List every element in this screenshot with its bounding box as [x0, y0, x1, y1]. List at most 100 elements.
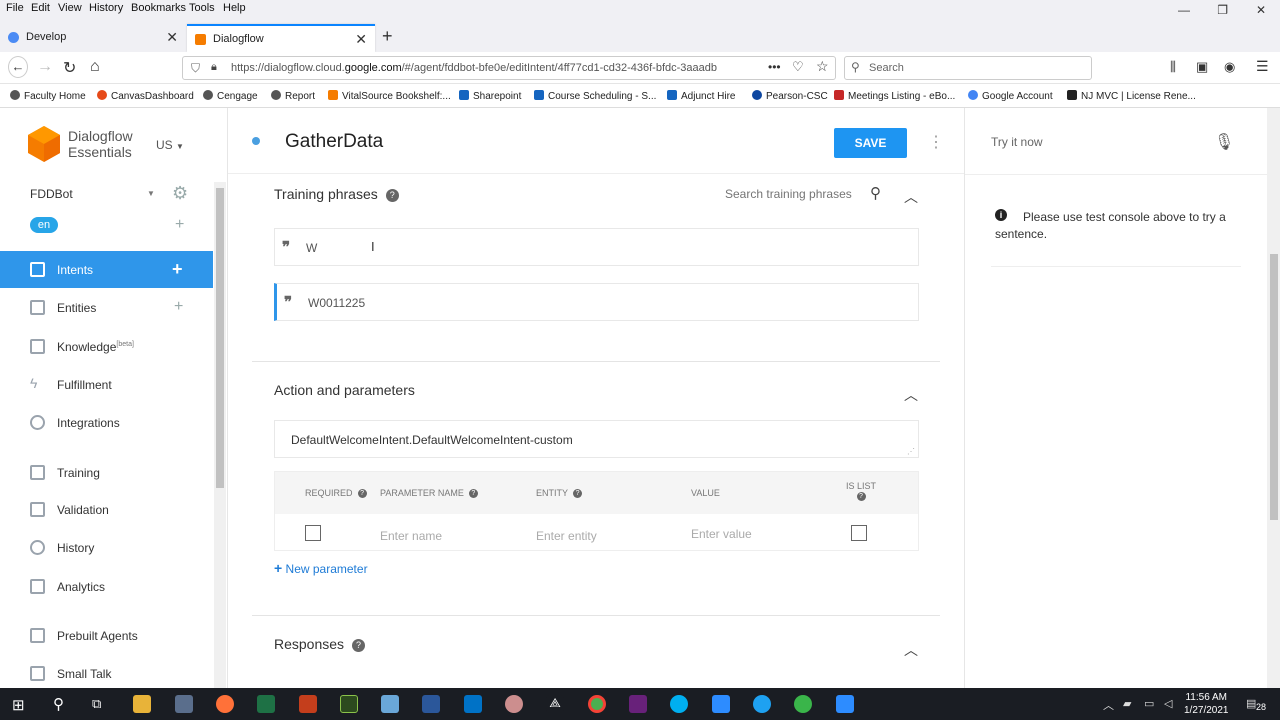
help-icon[interactable]: ? — [573, 489, 583, 498]
firefox-icon[interactable] — [216, 695, 234, 713]
bookmark-item[interactable]: Google Account — [968, 90, 1053, 102]
menu-bookmarks[interactable]: Bookmarks — [131, 2, 186, 14]
scrollbar-thumb[interactable] — [216, 188, 224, 488]
menu-history[interactable]: History — [89, 2, 123, 14]
training-phrase-input[interactable]: ❞ W I — [274, 228, 919, 266]
more-options-icon[interactable]: ⋮ — [928, 132, 944, 152]
hamburger-menu-icon[interactable]: ☰ — [1256, 58, 1269, 75]
collapse-chevron-icon[interactable]: ︿ — [904, 187, 918, 207]
menu-tools[interactable]: Tools — [189, 2, 215, 14]
bookmark-star-icon[interactable]: ☆ — [816, 58, 829, 75]
value-input[interactable]: Enter value — [691, 527, 752, 541]
new-tab-button[interactable]: + — [382, 26, 393, 47]
sidebar-item-history[interactable]: History — [0, 529, 213, 566]
help-icon[interactable]: ? — [352, 639, 366, 652]
sidebar-item-prebuilt-agents[interactable]: Prebuilt Agents — [0, 617, 213, 654]
sidebar-item-analytics[interactable]: Analytics — [0, 568, 213, 605]
excel-icon[interactable] — [257, 695, 275, 713]
notepad-icon[interactable] — [381, 695, 399, 713]
is-list-checkbox[interactable] — [851, 525, 867, 541]
tab-dialogflow[interactable]: Dialogflow ✕ — [187, 24, 375, 52]
bookmark-item[interactable]: Meetings Listing - eBo... — [834, 90, 955, 102]
search-field[interactable]: ⚲ Search — [844, 56, 1092, 80]
calculator-icon[interactable] — [175, 695, 193, 713]
gear-icon[interactable]: ⚙ — [172, 183, 188, 204]
collapse-chevron-icon[interactable]: ︿ — [904, 640, 918, 660]
search-icon[interactable]: ⚲ — [53, 695, 64, 713]
add-language-icon[interactable]: + — [175, 216, 184, 234]
help-icon[interactable]: ? — [385, 189, 399, 202]
sidebar-item-knowledge[interactable]: Knowledge[beta] — [0, 328, 213, 365]
sidebar-item-small-talk[interactable]: Small Talk — [0, 655, 213, 688]
system-clock[interactable]: 11:56 AM 1/27/2021 — [1184, 691, 1229, 717]
menu-file[interactable]: File — [6, 2, 24, 14]
language-badge[interactable]: en — [30, 217, 58, 233]
tray-chevron-icon[interactable]: ︿ — [1103, 697, 1114, 713]
powerpoint-icon[interactable] — [299, 695, 317, 713]
agent-name[interactable]: FDDBot — [30, 187, 73, 201]
bookmark-item[interactable]: Pearson-CSC — [752, 90, 828, 102]
bookmark-item[interactable]: NJ MVC | License Rene... — [1067, 90, 1196, 102]
internet-explorer-icon[interactable] — [753, 695, 771, 713]
menu-view[interactable]: View — [58, 2, 82, 14]
resize-handle-icon[interactable]: ⋰ — [907, 447, 915, 456]
account-icon[interactable]: ◉ — [1224, 59, 1235, 75]
page-actions-icon[interactable]: ••• — [768, 60, 781, 74]
windows-start-icon[interactable]: ⊞ — [12, 696, 25, 714]
menu-help[interactable]: Help — [223, 2, 246, 14]
parameter-name-input[interactable]: Enter name — [380, 529, 442, 543]
visual-studio-icon[interactable] — [629, 695, 647, 713]
entity-input[interactable]: Enter entity — [536, 529, 597, 543]
snipping-tool-icon[interactable] — [505, 695, 523, 713]
outlook-icon[interactable] — [464, 695, 482, 713]
pocket-icon[interactable]: ♡ — [792, 59, 804, 75]
home-icon[interactable]: ⌂ — [90, 58, 100, 76]
reload-icon[interactable]: ↻ — [63, 58, 76, 78]
region-selector[interactable]: US ▼ — [156, 138, 184, 152]
bookmark-item[interactable]: CanvasDashboard — [97, 90, 194, 102]
action-name-field[interactable]: DefaultWelcomeIntent.DefaultWelcomeInten… — [274, 420, 919, 458]
search-icon[interactable]: ⚲ — [870, 184, 881, 202]
dreamweaver-icon[interactable] — [340, 695, 358, 713]
sidebar-item-fulfillment[interactable]: ϟ Fulfillment — [0, 366, 213, 403]
training-phrase-row[interactable]: ❞ W0011225 — [274, 283, 919, 321]
add-entity-icon[interactable]: + — [174, 298, 183, 316]
app-icon[interactable] — [794, 695, 812, 713]
agent-dropdown-icon[interactable]: ▼ — [147, 189, 155, 198]
bookmark-item[interactable]: Report — [271, 90, 315, 102]
acrobat-icon[interactable]: ⟁ — [546, 695, 564, 713]
menu-edit[interactable]: Edit — [31, 2, 50, 14]
required-checkbox[interactable] — [305, 525, 321, 541]
sidebar-item-integrations[interactable]: Integrations — [0, 404, 213, 441]
training-search-input[interactable] — [725, 187, 865, 201]
close-icon[interactable]: ✕ — [166, 29, 178, 46]
sidebar-scrollbar[interactable] — [214, 182, 226, 688]
collapse-chevron-icon[interactable]: ︿ — [904, 385, 918, 405]
sidebar-toggle-icon[interactable]: ▣ — [1196, 59, 1208, 75]
sidebar-item-training[interactable]: Training — [0, 454, 213, 491]
skype-icon[interactable] — [670, 695, 688, 713]
url-field[interactable]: ⛉ 🔒︎ https://dialogflow.cloud.google.com… — [182, 56, 836, 80]
sidebar-item-intents[interactable]: Intents + — [0, 251, 213, 288]
help-icon[interactable]: ? — [856, 492, 866, 501]
scrollbar-thumb[interactable] — [1270, 254, 1278, 520]
try-it-now-input[interactable]: Try it now — [991, 135, 1043, 149]
network-icon[interactable]: ▭ — [1144, 697, 1154, 710]
minimize-icon[interactable]: — — [1178, 3, 1190, 17]
microphone-icon[interactable]: 🎙︎ — [1214, 132, 1234, 152]
help-icon[interactable]: ? — [468, 489, 478, 498]
bookmark-item[interactable]: Course Scheduling - S... — [534, 90, 656, 102]
save-button[interactable]: SAVE — [834, 128, 907, 158]
window-close-icon[interactable]: ✕ — [1256, 3, 1266, 17]
volume-icon[interactable]: ◁ — [1164, 697, 1172, 710]
bookmark-item[interactable]: Sharepoint — [459, 90, 521, 102]
page-scrollbar[interactable] — [1267, 108, 1280, 688]
back-icon[interactable]: ← — [8, 56, 28, 78]
bookmark-item[interactable]: Faculty Home — [10, 90, 86, 102]
task-view-icon[interactable]: ⧉ — [92, 696, 101, 712]
zoom-icon[interactable] — [712, 695, 730, 713]
help-icon[interactable]: ? — [357, 489, 367, 498]
restore-icon[interactable]: ❐ — [1217, 3, 1228, 17]
notification-icon[interactable]: ▤ — [1246, 697, 1256, 710]
library-icon[interactable]: ⫼ — [1170, 59, 1176, 75]
